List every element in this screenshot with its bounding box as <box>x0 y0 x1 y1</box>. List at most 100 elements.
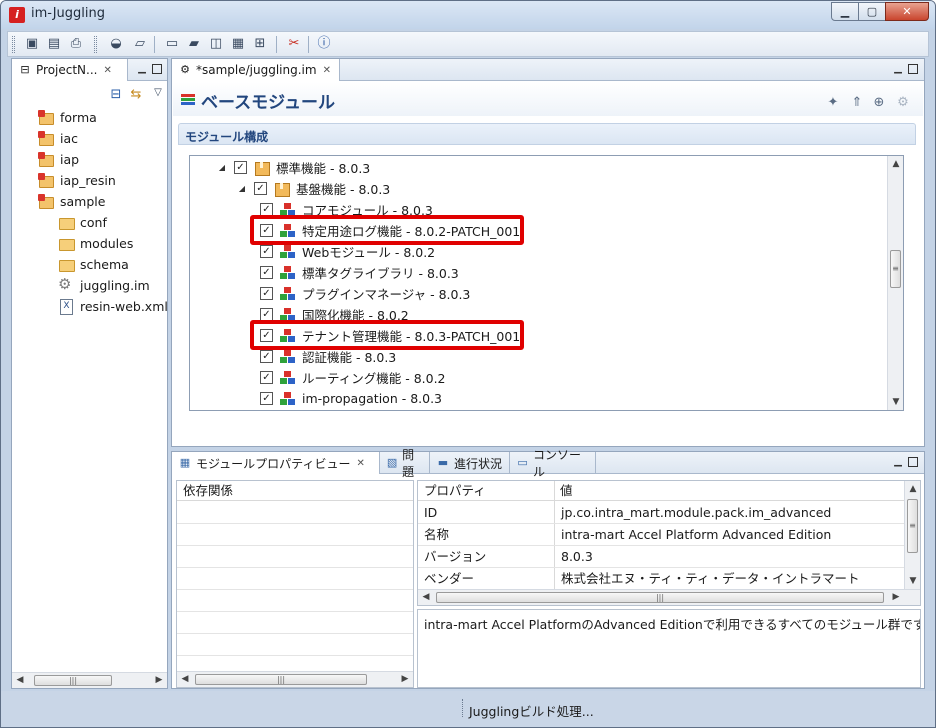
scroll-thumb[interactable]: ||| <box>195 674 367 685</box>
scroll-up-icon[interactable]: ▲ <box>905 481 920 497</box>
scroll-thumb[interactable]: ||| <box>436 592 884 603</box>
tree-item[interactable]: resin-web.xml <box>58 297 168 315</box>
scroll-thumb[interactable]: ≡ <box>890 250 901 288</box>
module-checkbox[interactable]: ✓ <box>260 392 273 405</box>
maximize-view-icon[interactable] <box>908 457 918 467</box>
module-tree-item[interactable]: ✓ im-propagation - 8.0.3 <box>260 389 442 408</box>
module-tree-item[interactable]: ✓ ルーティング機能 - 8.0.2 <box>260 368 446 387</box>
tree-item[interactable]: iap_resin <box>38 171 116 189</box>
scroll-left-icon[interactable]: ◀ <box>12 673 28 689</box>
project-icon <box>38 194 54 209</box>
tree-item[interactable]: juggling.im <box>58 275 150 294</box>
expand-toggle-icon[interactable]: ◢ <box>216 163 228 172</box>
maximize-button[interactable]: ▢ <box>858 2 886 21</box>
app-logo-icon: i <box>9 7 25 23</box>
tree-item[interactable]: modules <box>58 234 133 252</box>
close-button[interactable]: ✕ <box>885 2 929 21</box>
toolbar-grip[interactable] <box>12 36 15 53</box>
module-tree-item[interactable]: ✓ プラグインマネージャ - 8.0.3 <box>260 284 470 303</box>
tree-item[interactable]: conf <box>58 213 107 231</box>
dependencies-hscrollbar[interactable]: ◀ ||| ▶ <box>177 671 413 687</box>
module-icon <box>280 286 296 301</box>
resolve-icon[interactable]: ⊕ <box>871 95 887 111</box>
module-checkbox[interactable]: ✓ <box>260 287 273 300</box>
close-tab-icon[interactable]: ✕ <box>103 65 111 76</box>
deploy-icon[interactable]: ▭ <box>164 36 180 52</box>
view-menu-icon[interactable]: ▽ <box>150 85 166 101</box>
settings-icon[interactable]: ⚙ <box>895 95 911 111</box>
export-icon[interactable]: ◫ <box>208 36 224 52</box>
maximize-view-icon[interactable] <box>152 64 162 74</box>
project-icon <box>38 152 54 167</box>
module-tree-item[interactable]: ✓ Webモジュール - 8.0.2 <box>260 242 435 261</box>
table-row[interactable]: ID jp.co.intra_mart.module.pack.im_advanc… <box>418 502 904 524</box>
table-row[interactable]: 名称 intra-mart Accel Platform Advanced Edi… <box>418 524 904 546</box>
info-icon[interactable]: ⓘ <box>316 36 332 52</box>
scroll-right-icon[interactable]: ▶ <box>151 673 167 689</box>
close-tab-icon[interactable]: ✕ <box>356 458 364 469</box>
minimize-view-icon[interactable]: ▁ <box>892 456 904 468</box>
upgrade-icon[interactable]: ⇑ <box>849 95 865 111</box>
tab-juggling-file[interactable]: ⚙ *sample/juggling.im ✕ <box>172 59 340 81</box>
tab-bottom-panel[interactable]: ▧ 問題 <box>380 448 430 479</box>
print-icon[interactable]: ⎙ <box>68 36 84 52</box>
scroll-thumb[interactable]: ≡ <box>907 499 918 553</box>
tab-bottom-panel[interactable]: ▦ モジュールプロパティビュー ✕ <box>172 452 380 474</box>
module-checkbox[interactable]: ✓ <box>254 182 267 195</box>
scroll-right-icon[interactable]: ▶ <box>888 590 904 605</box>
add-module-icon[interactable]: ▰ <box>186 36 202 52</box>
image-icon[interactable]: ▦ <box>230 36 246 52</box>
scroll-down-icon[interactable]: ▼ <box>888 394 903 410</box>
module-tree-vscrollbar[interactable]: ▲ ≡ ▼ <box>887 156 903 410</box>
module-checkbox[interactable]: ✓ <box>234 161 247 174</box>
module-checkbox[interactable]: ✓ <box>260 245 273 258</box>
module-checkbox[interactable]: ✓ <box>260 266 273 279</box>
toolbar-grip[interactable] <box>94 36 97 53</box>
maximize-view-icon[interactable] <box>908 64 918 74</box>
tree-item[interactable]: schema <box>58 255 129 273</box>
table-row[interactable]: バージョン 8.0.3 <box>418 546 904 568</box>
module-checkbox[interactable]: ✓ <box>260 350 273 363</box>
tab-bottom-panel[interactable]: ▬ 進行状況 <box>430 452 510 474</box>
save-icon[interactable]: ▣ <box>24 36 40 52</box>
project-tree-hscrollbar[interactable]: ◀ ||| ▶ <box>12 672 167 688</box>
magic-wand-icon[interactable]: ✦ <box>825 95 841 111</box>
minimize-view-icon[interactable]: ▁ <box>892 63 904 75</box>
module-checkbox[interactable]: ✓ <box>260 371 273 384</box>
module-tree-item[interactable]: ✓ 標準タグライブラリ - 8.0.3 <box>260 263 459 282</box>
folder-icon <box>58 215 75 230</box>
tab-bottom-panel[interactable]: ▭ コンソール <box>510 448 596 479</box>
minimize-view-icon[interactable]: ▁ <box>136 63 148 75</box>
module-composition-section: モジュール構成 <box>178 123 916 145</box>
module-tree-item[interactable]: ✓ 認証機能 - 8.0.3 <box>260 347 396 366</box>
property-vscrollbar[interactable]: ▲ ≡ ▼ <box>904 481 920 589</box>
link-with-editor-icon[interactable]: ⇆ <box>128 87 144 103</box>
tree-item[interactable]: iac <box>38 129 78 147</box>
table-row[interactable]: ベンダー 株式会社エヌ・ティ・ティ・データ・イントラマート <box>418 568 904 590</box>
scroll-left-icon[interactable]: ◀ <box>418 590 434 605</box>
tree-item[interactable]: iap <box>38 150 79 168</box>
property-hscrollbar[interactable]: ◀ ||| ▶ <box>418 589 920 605</box>
scroll-right-icon[interactable]: ▶ <box>397 672 413 688</box>
tree-item[interactable]: sample <box>38 192 105 210</box>
tools-icon[interactable]: ✂ <box>286 36 302 52</box>
scroll-up-icon[interactable]: ▲ <box>888 156 903 172</box>
expand-toggle-icon[interactable]: ◢ <box>236 184 248 193</box>
open-icon[interactable]: ▱ <box>132 36 148 52</box>
save-all-icon[interactable]: ▤ <box>46 36 62 52</box>
module-icon <box>280 265 296 280</box>
minimize-button[interactable]: ▁ <box>831 2 859 21</box>
close-tab-icon[interactable]: ✕ <box>323 65 331 76</box>
scroll-left-icon[interactable]: ◀ <box>177 672 193 688</box>
scroll-thumb[interactable]: ||| <box>34 675 112 686</box>
tree-item[interactable]: forma <box>38 108 97 126</box>
collapse-all-icon[interactable]: ⊟ <box>108 87 124 103</box>
juggling-icon[interactable]: ◒ <box>108 36 124 52</box>
module-tree-item[interactable]: ◢ ✓ 標準機能 - 8.0.3 <box>216 158 370 177</box>
tree-icon[interactable]: ⊞ <box>252 36 268 52</box>
module-icon <box>280 391 296 406</box>
tab-project-navigator[interactable]: ⊟ ProjectN... ✕ <box>12 59 128 81</box>
module-tree-item[interactable]: ◢ ✓ 基盤機能 - 8.0.3 <box>236 179 390 198</box>
page-title: ベースモジュール <box>201 93 335 113</box>
scroll-down-icon[interactable]: ▼ <box>905 573 920 589</box>
